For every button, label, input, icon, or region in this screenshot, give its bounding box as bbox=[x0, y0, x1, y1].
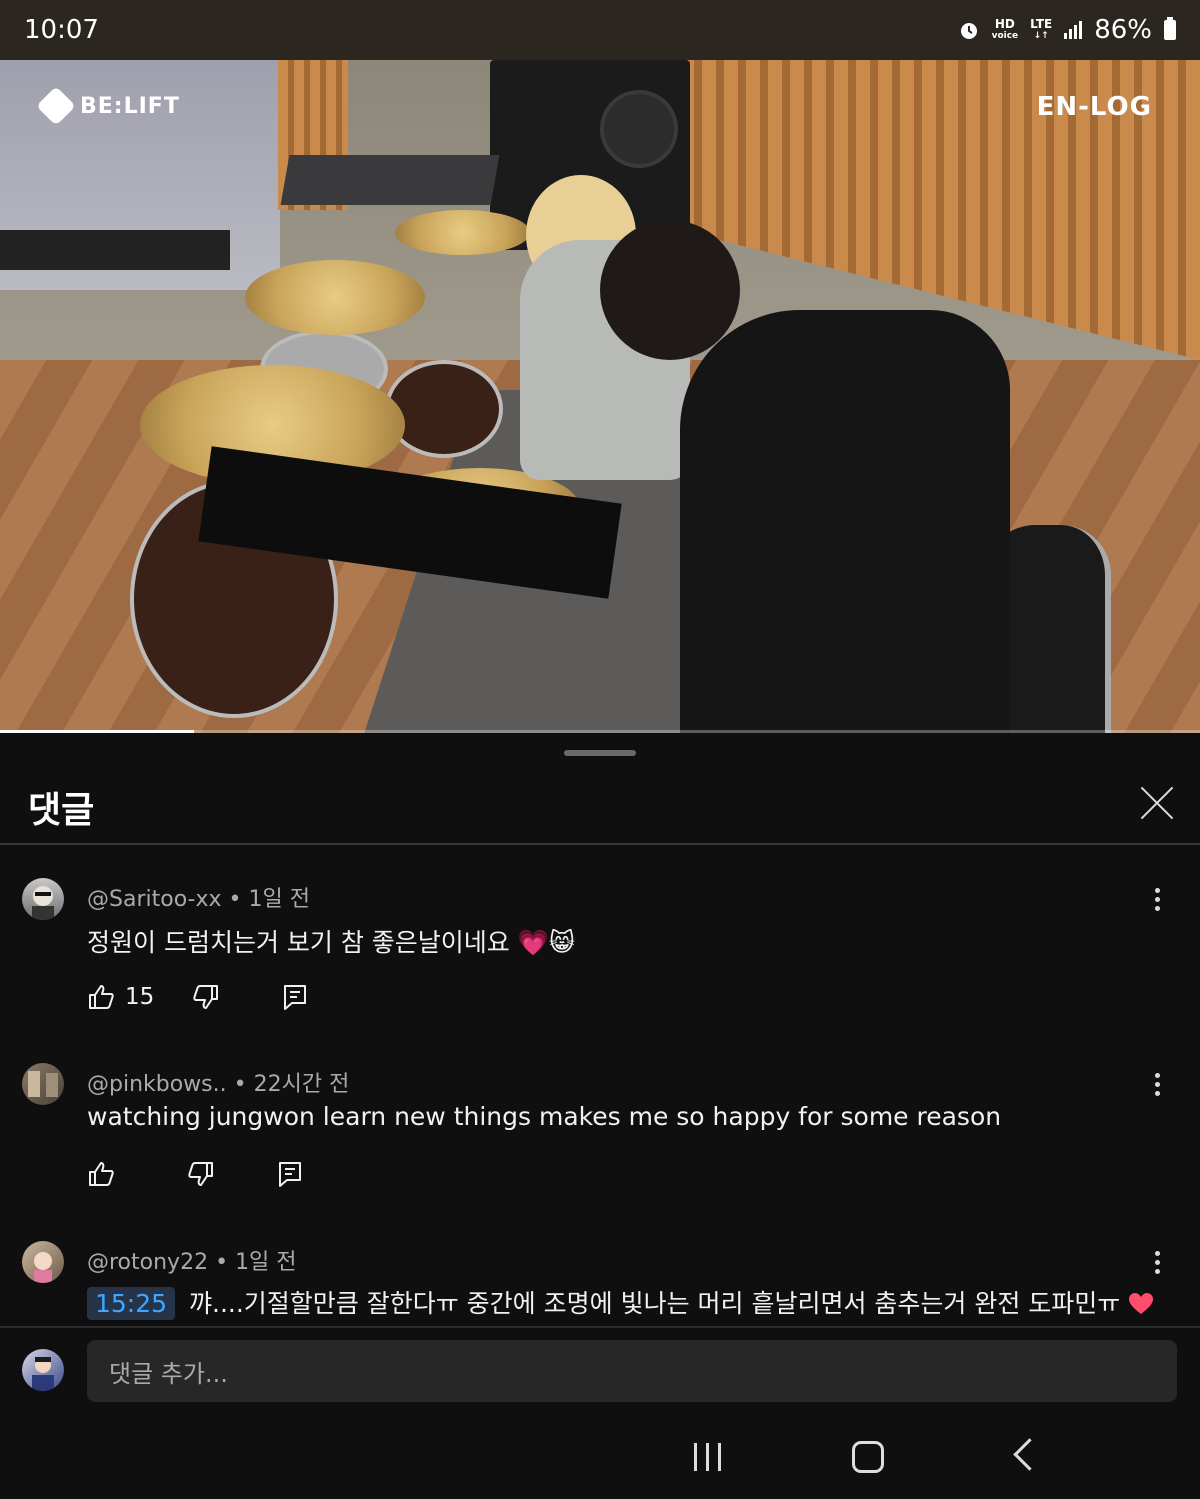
avatar[interactable] bbox=[22, 1241, 64, 1283]
like-button[interactable]: 15 bbox=[87, 983, 154, 1011]
comment-text: 정원이 드럼치는거 보기 참 좋은날이네요 💗😸 bbox=[87, 928, 575, 957]
comment-author[interactable]: @rotony22 bbox=[87, 1250, 208, 1275]
signal-icon bbox=[1064, 21, 1083, 39]
video-scene-keyboard bbox=[0, 230, 230, 270]
hd-voice-icon: HD voice bbox=[991, 17, 1019, 41]
avatar[interactable] bbox=[22, 1063, 64, 1105]
dislike-button[interactable] bbox=[187, 1160, 215, 1188]
divider bbox=[0, 1326, 1200, 1328]
video-scene-cymbal bbox=[395, 210, 530, 255]
kebab-menu-icon[interactable] bbox=[1150, 1251, 1164, 1281]
video-player[interactable]: BE:LIFT EN-LOG bbox=[0, 60, 1200, 733]
reply-button[interactable] bbox=[277, 1160, 303, 1188]
comment-text-body: 꺄....기절할만큼 잘한다ㅠ 중간에 조명에 빛나는 머리 흩날리면서 춤추는… bbox=[181, 1289, 1121, 1318]
heart-icon bbox=[1129, 1293, 1154, 1314]
comment-age: 1일 전 bbox=[235, 1250, 297, 1275]
enlog-logo: EN-LOG bbox=[1036, 92, 1152, 122]
system-nav-bar bbox=[0, 1421, 1200, 1499]
comment-text: 15:25 꺄....기절할만큼 잘한다ㅠ 중간에 조명에 빛나는 머리 흩날리… bbox=[87, 1284, 1154, 1320]
close-icon[interactable] bbox=[1137, 783, 1177, 823]
comments-panel: 댓글 @Saritoo-xx • 1일 전 정원이 드럼치는거 보기 참 좋은날… bbox=[0, 733, 1200, 1499]
reply-button[interactable] bbox=[282, 983, 308, 1011]
comment-author[interactable]: @pinkbows.. bbox=[87, 1072, 227, 1097]
status-bar: 10:07 HD voice LTE ↓↑ 86% bbox=[0, 0, 1200, 60]
battery-percent: 86% bbox=[1094, 15, 1152, 45]
kebab-menu-icon[interactable] bbox=[1150, 1073, 1164, 1103]
clock: 10:07 bbox=[24, 15, 99, 45]
comment-meta: @rotony22 • 1일 전 bbox=[87, 1250, 297, 1275]
lte-icon: LTE ↓↑ bbox=[1030, 17, 1053, 41]
belift-logo: BE:LIFT bbox=[36, 86, 180, 126]
dislike-button[interactable] bbox=[192, 983, 220, 1011]
home-icon[interactable] bbox=[852, 1441, 884, 1473]
comment-meta: @pinkbows.. • 22시간 전 bbox=[87, 1072, 350, 1097]
timestamp-link[interactable]: 15:25 bbox=[87, 1287, 176, 1320]
thumbs-up-icon bbox=[89, 1162, 114, 1186]
divider bbox=[0, 843, 1200, 845]
add-comment-input[interactable]: 댓글 추가... bbox=[87, 1340, 1177, 1402]
video-scene-mixer bbox=[280, 155, 500, 205]
status-icons: HD voice LTE ↓↑ 86% bbox=[958, 15, 1176, 45]
belift-logo-icon bbox=[36, 86, 76, 126]
video-scene-person bbox=[680, 310, 1010, 733]
comment-actions: 15 bbox=[87, 983, 308, 1011]
comment-text: watching jungwon learn new things makes … bbox=[87, 1102, 1002, 1131]
video-scene-cymbal bbox=[245, 260, 425, 335]
drag-handle[interactable] bbox=[564, 750, 636, 756]
thumbs-up-icon bbox=[89, 985, 114, 1009]
thumbs-down-icon bbox=[188, 1162, 213, 1186]
comment-actions bbox=[87, 1160, 303, 1188]
thumbs-down-icon bbox=[193, 985, 219, 1009]
avatar[interactable] bbox=[22, 878, 64, 920]
like-count: 15 bbox=[125, 984, 155, 1010]
panel-title: 댓글 bbox=[28, 790, 95, 831]
comment-author[interactable]: @Saritoo-xx bbox=[87, 887, 222, 912]
video-scene-person bbox=[600, 220, 740, 360]
back-icon[interactable] bbox=[1013, 1438, 1046, 1471]
comment-age: 1일 전 bbox=[248, 887, 311, 912]
battery-icon bbox=[1164, 17, 1176, 40]
reply-icon bbox=[284, 985, 307, 1010]
video-scene-drum bbox=[385, 360, 503, 458]
avatar bbox=[22, 1349, 64, 1391]
alarm-icon bbox=[960, 23, 977, 39]
comment-meta: @Saritoo-xx • 1일 전 bbox=[87, 887, 311, 912]
recent-apps-icon[interactable] bbox=[694, 1443, 721, 1471]
kebab-menu-icon[interactable] bbox=[1150, 888, 1164, 918]
reply-icon bbox=[279, 1162, 301, 1187]
like-button[interactable] bbox=[87, 1160, 115, 1188]
comment-age: 22시간 전 bbox=[253, 1072, 350, 1097]
